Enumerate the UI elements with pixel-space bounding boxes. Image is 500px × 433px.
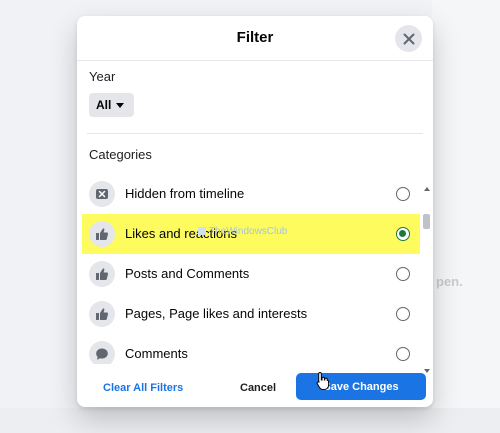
hidden-x-icon xyxy=(89,181,115,207)
save-changes-label: Save Changes xyxy=(323,380,399,393)
category-row-pages-and-interests[interactable]: Pages, Page likes and interests xyxy=(77,294,422,334)
background-bottom-strip xyxy=(0,408,500,433)
thumbs-up-icon xyxy=(89,261,115,287)
cancel-button[interactable]: Cancel xyxy=(240,382,276,394)
scroll-up-arrow-icon[interactable] xyxy=(424,187,430,191)
close-button[interactable] xyxy=(395,25,422,52)
caret-down-icon xyxy=(116,102,125,108)
category-label: Hidden from timeline xyxy=(125,186,245,201)
category-radio[interactable] xyxy=(396,267,410,281)
comment-bubble-icon xyxy=(89,341,115,364)
year-dropdown-value: All xyxy=(96,98,112,112)
filter-dialog: Filter Year All Categories Hidden from t… xyxy=(77,16,433,407)
watermark-text: TheWindowsClub xyxy=(209,226,288,237)
category-radio[interactable] xyxy=(396,307,410,321)
category-row-comments[interactable]: Comments xyxy=(77,334,422,364)
clear-all-filters-link[interactable]: Clear All Filters xyxy=(103,382,183,394)
dialog-title: Filter xyxy=(236,29,274,46)
category-label: Posts and Comments xyxy=(125,266,250,281)
scroll-thumb[interactable] xyxy=(423,214,430,229)
year-dropdown[interactable]: All xyxy=(89,93,134,117)
category-label: Pages, Page likes and interests xyxy=(125,306,308,321)
category-radio[interactable] xyxy=(396,347,410,361)
year-label: Year xyxy=(89,69,116,84)
category-row-posts-and-comments[interactable]: Posts and Comments xyxy=(77,254,422,294)
dialog-footer: Clear All Filters Cancel Save Changes xyxy=(77,368,433,407)
dialog-header: Filter xyxy=(77,16,433,61)
category-radio[interactable] xyxy=(396,187,410,201)
category-radio-selected[interactable] xyxy=(396,227,410,241)
watermark: TheWindowsClub xyxy=(198,226,287,237)
section-divider xyxy=(87,133,423,134)
radio-selected-dot xyxy=(399,230,406,237)
category-row-hidden-from-timeline[interactable]: Hidden from timeline xyxy=(77,174,422,214)
category-label: Comments xyxy=(125,346,188,361)
categories-scrollbar[interactable] xyxy=(422,186,431,376)
categories-label: Categories xyxy=(89,147,152,162)
background-right-panel xyxy=(432,0,500,433)
thumbs-up-icon xyxy=(89,301,115,327)
watermark-logo-icon xyxy=(198,227,206,235)
categories-list: Hidden from timeline Likes and reactions xyxy=(77,174,433,364)
background-partial-text: pen. xyxy=(436,274,463,289)
hand-pointer-cursor-icon xyxy=(316,371,330,390)
thumbs-up-icon xyxy=(89,221,115,247)
close-icon xyxy=(403,33,414,44)
